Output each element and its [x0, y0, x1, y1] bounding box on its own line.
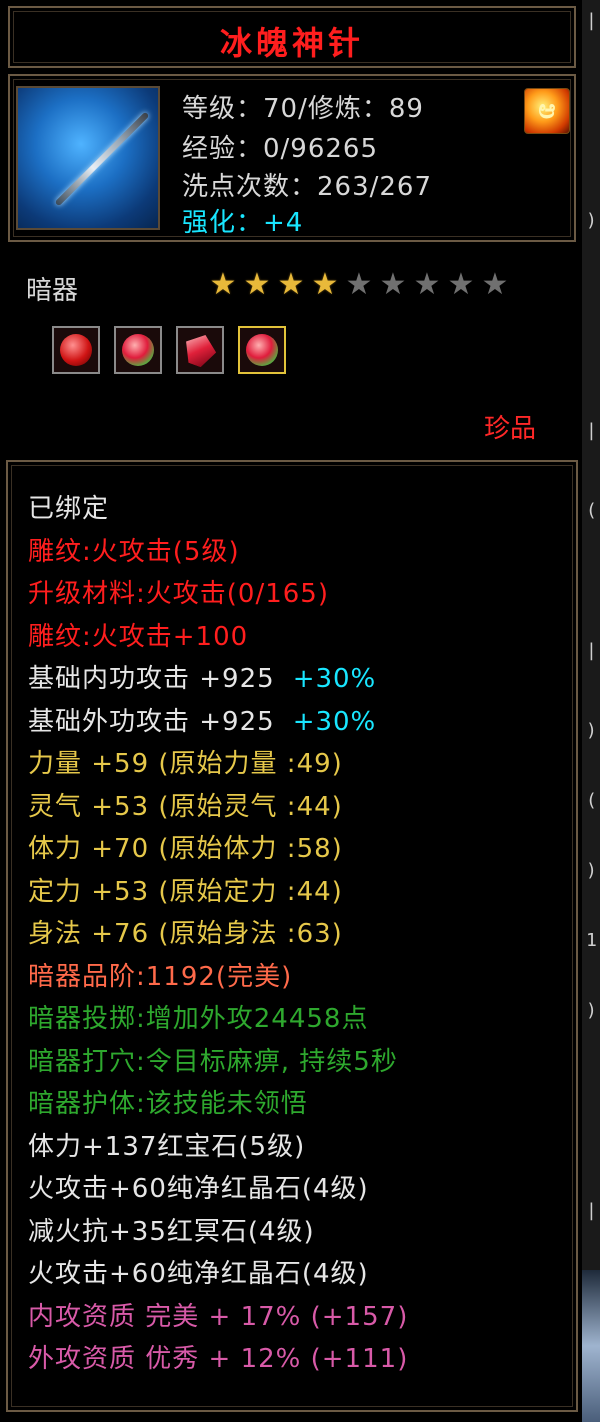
- attribute-text: 暗器品阶:1192(完美): [28, 961, 293, 992]
- attribute-text: 火攻击+60纯净红晶石(4级): [28, 1259, 369, 1289]
- star-filled-icon: ★: [209, 267, 237, 302]
- item-category: 暗器: [26, 276, 79, 306]
- star-rating: ★ ★ ★ ★ ★ ★ ★ ★ ★: [206, 268, 512, 302]
- edge-glyph: |: [586, 10, 597, 31]
- attribute-row: 暗器打穴:令目标麻痹, 持续5秒: [28, 1041, 398, 1078]
- attribute-text: 升级材料:火攻击(0/165): [28, 579, 329, 609]
- attribute-row: 身法 +76 (原始身法 :63): [28, 913, 343, 950]
- attribute-row: 基础内功攻击 +925 +30%: [28, 658, 376, 695]
- needle-icon[interactable]: [16, 86, 160, 230]
- edge-glyph: ): [586, 720, 597, 741]
- attribute-text: 定力 +53 (原始定力 :44): [28, 876, 343, 907]
- attribute-row: 雕纹:火攻击(5级): [28, 531, 240, 568]
- gem-slot-1[interactable]: [52, 326, 100, 374]
- attribute-text: 减火抗+35红冥石(4级): [28, 1216, 315, 1247]
- fire-element-icon: ಆ: [524, 88, 570, 134]
- attribute-text: 身法 +76 (原始身法 :63): [28, 919, 343, 949]
- star-empty-icon: ★: [413, 267, 441, 302]
- edge-glyph: ): [586, 210, 597, 231]
- title-bar: 冰魄神针: [8, 6, 576, 68]
- attribute-row: 暗器护体:该技能未领悟: [28, 1083, 308, 1120]
- edge-glyph: (: [586, 500, 597, 521]
- attribute-row: 体力+137红宝石(5级): [28, 1126, 305, 1163]
- red-round-gem-icon: [60, 334, 92, 366]
- star-empty-icon: ★: [481, 267, 509, 302]
- attribute-row: 基础外功攻击 +925 +30%: [28, 701, 376, 738]
- rarity-label: 珍品: [484, 414, 537, 444]
- star-filled-icon: ★: [311, 267, 339, 302]
- attribute-text: 体力 +70 (原始体力 :58): [28, 834, 343, 864]
- attribute-row: 减火抗+35红冥石(4级): [28, 1211, 315, 1248]
- star-filled-icon: ★: [243, 267, 271, 302]
- attribute-text: 力量 +59 (原始力量 :49): [28, 749, 343, 779]
- star-empty-icon: ★: [345, 267, 373, 302]
- needle-graphic: [54, 111, 150, 207]
- attribute-text: 雕纹:火攻击+100: [28, 621, 249, 652]
- attribute-text: 体力+137红宝石(5级): [28, 1131, 306, 1162]
- attribute-row: 暗器投掷:增加外攻24458点: [28, 998, 368, 1035]
- edge-glyph: (: [586, 790, 597, 811]
- attribute-row: 雕纹:火攻击+100: [28, 616, 248, 653]
- attribute-text: 火攻击+60纯净红晶石(4级): [28, 1174, 369, 1204]
- reset-line: 洗点次数：263/267: [182, 172, 433, 202]
- star-filled-icon: ★: [277, 267, 305, 302]
- attribute-row: 力量 +59 (原始力量 :49): [28, 743, 343, 780]
- gem-slot-3[interactable]: [176, 326, 224, 374]
- attribute-row: 升级材料:火攻击(0/165): [28, 573, 329, 610]
- star-empty-icon: ★: [447, 267, 475, 302]
- attribute-text: 暗器护体:该技能未领悟: [28, 1089, 308, 1119]
- red-green-gem-icon: [122, 334, 154, 366]
- attribute-text: 已绑定: [28, 494, 110, 524]
- attribute-text: 暗器打穴:令目标麻痹, 持续5秒: [28, 1046, 398, 1077]
- background-scene: [582, 1270, 600, 1422]
- attribute-row: 火攻击+60纯净红晶石(4级): [28, 1168, 369, 1205]
- attribute-row: 火攻击+60纯净红晶石(4级): [28, 1253, 369, 1290]
- attribute-row: 体力 +70 (原始体力 :58): [28, 828, 343, 865]
- attribute-bonus: +30%: [292, 706, 377, 737]
- attribute-bonus: +30%: [292, 664, 377, 694]
- star-empty-icon: ★: [379, 267, 407, 302]
- attribute-text: 内攻资质 完美 + 17% (+157): [28, 1301, 409, 1332]
- attribute-text: 雕纹:火攻击(5级): [28, 536, 240, 567]
- attribute-text: 暗器投掷:增加外攻24458点: [28, 1004, 369, 1034]
- attribute-text: 基础外功攻击 +925: [28, 706, 275, 737]
- attribute-row: 定力 +53 (原始定力 :44): [28, 871, 343, 908]
- edge-glyph: |: [586, 640, 597, 661]
- attribute-row: 灵气 +53 (原始灵气 :44): [28, 786, 343, 823]
- attribute-row: 已绑定: [28, 488, 109, 525]
- attribute-text: 灵气 +53 (原始灵气 :44): [28, 791, 343, 822]
- edge-glyph: ): [586, 1000, 597, 1021]
- red-crystal-gem-icon: [179, 329, 220, 370]
- attribute-row: 暗器品阶:1192(完美): [28, 956, 292, 993]
- edge-glyph: |: [586, 1200, 597, 1221]
- exp-line: 经验：0/96265: [182, 134, 379, 164]
- level-line: 等级：70/修炼：89: [182, 94, 424, 124]
- red-green-gem-icon: [246, 334, 278, 366]
- gem-slot-2[interactable]: [114, 326, 162, 374]
- attribute-row: 内攻资质 完美 + 17% (+157): [28, 1296, 408, 1333]
- attribute-text: 基础内功攻击 +925: [28, 664, 275, 694]
- attribute-row: 外攻资质 优秀 + 12% (+111): [28, 1338, 408, 1375]
- gem-slot-4[interactable]: [238, 326, 286, 374]
- edge-glyph: |: [586, 420, 597, 441]
- enhance-line: 强化：+4: [182, 208, 304, 238]
- item-title: 冰魄神针: [219, 24, 364, 62]
- edge-glyph: ): [586, 860, 597, 881]
- edge-glyph: 1: [586, 930, 597, 951]
- attribute-text: 外攻资质 优秀 + 12% (+111): [28, 1344, 409, 1374]
